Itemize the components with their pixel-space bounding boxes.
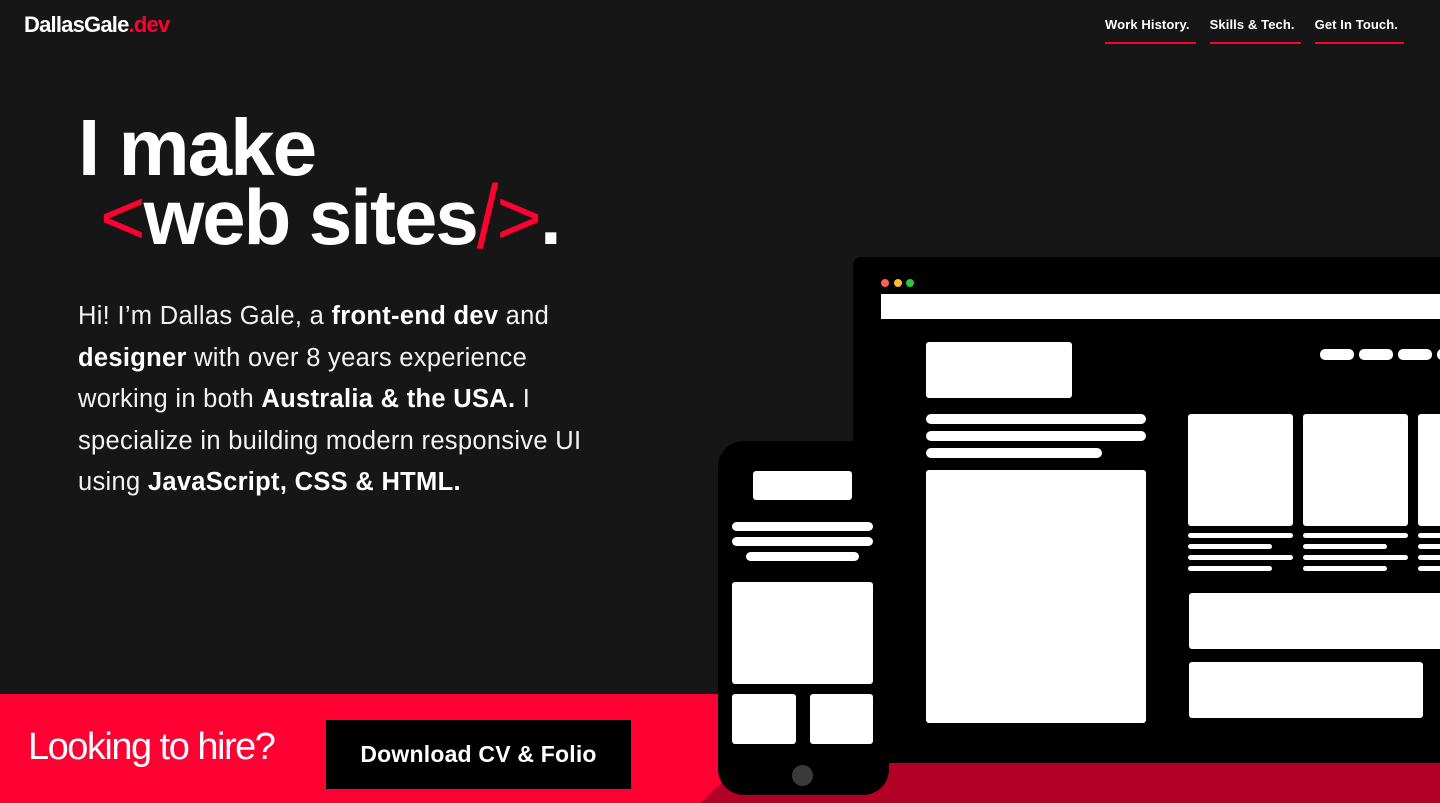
desktop-mockup-illustration	[853, 257, 1440, 763]
mock-card-line	[1418, 544, 1440, 549]
tag-slash-glyph: /	[476, 166, 499, 268]
phone-home-button-icon	[792, 765, 813, 786]
nav-skills-tech[interactable]: Skills & Tech.	[1209, 17, 1301, 44]
mock-card-line	[1303, 533, 1408, 538]
mock-card-line	[1188, 544, 1272, 549]
mock-hero-image	[926, 470, 1146, 723]
window-dot-red	[881, 279, 889, 287]
mock-text-line	[926, 431, 1146, 441]
mock-wide-block	[1189, 593, 1440, 649]
mock-card-line	[1418, 566, 1440, 571]
mock-phone-tile	[732, 694, 796, 744]
page: DallasGale.dev Work History. Skills & Te…	[0, 0, 1440, 803]
intro-text-2: and	[498, 302, 550, 330]
mock-card-line	[1188, 533, 1293, 538]
mock-phone-line	[732, 522, 873, 531]
nav-work-history[interactable]: Work History.	[1105, 17, 1196, 44]
mock-logo-block	[926, 342, 1072, 398]
mock-text-line	[926, 448, 1102, 458]
mock-phone-tile	[810, 694, 873, 744]
mock-nav-pill-2	[1359, 349, 1393, 360]
headline-period: .	[539, 173, 562, 261]
mock-card-line	[1303, 544, 1387, 549]
window-dot-yellow	[894, 279, 902, 287]
intro-paragraph: Hi! I’m Dallas Gale, a front-end dev and…	[78, 296, 618, 504]
tag-close-glyph: >	[496, 173, 542, 261]
intro-bold-location: Australia & the USA.	[261, 385, 516, 413]
intro-bold-frontend: front-end dev	[331, 302, 499, 330]
mock-card-image	[1188, 414, 1293, 526]
mock-text-line	[926, 414, 1146, 424]
mock-card-line	[1418, 555, 1440, 560]
mock-card-image	[1303, 414, 1408, 526]
mock-card-image	[1418, 414, 1440, 526]
headline-web-sites: web sites	[143, 173, 479, 261]
hire-heading: Looking to hire?	[28, 726, 276, 768]
mock-card-line	[1303, 555, 1408, 560]
mock-phone-line	[732, 537, 873, 546]
logo-accent: .dev	[128, 12, 171, 37]
mock-wide-block	[1189, 662, 1423, 718]
tag-open-glyph: <	[100, 173, 146, 261]
mock-phone-line	[746, 552, 859, 561]
mock-card-line	[1188, 566, 1272, 571]
mock-card-line	[1303, 566, 1387, 571]
window-dot-green	[906, 279, 914, 287]
download-cv-button[interactable]: Download CV & Folio	[326, 720, 631, 789]
hero-headline: I make <web sites/>.	[78, 108, 562, 262]
phone-mockup-illustration	[718, 441, 889, 795]
logo-main: DallasGale	[24, 12, 129, 37]
mock-card-line	[1418, 533, 1440, 538]
mock-nav-pill-1	[1320, 349, 1354, 360]
mock-nav-pill-3	[1398, 349, 1432, 360]
nav-get-in-touch[interactable]: Get In Touch.	[1314, 17, 1404, 44]
intro-bold-designer: designer	[78, 343, 187, 372]
intro-text-1: Hi! I’m Dallas Gale, a	[78, 302, 332, 330]
headline-line-2: <web sites/>.	[100, 172, 562, 262]
mock-address-bar	[881, 294, 1440, 319]
mock-phone-header	[753, 471, 852, 500]
main-nav: Work History. Skills & Tech. Get In Touc…	[1105, 17, 1404, 44]
site-logo[interactable]: DallasGale.dev	[24, 12, 171, 38]
intro-bold-tech: JavaScript, CSS & HTML.	[147, 468, 461, 496]
mock-card-line	[1188, 555, 1293, 560]
mock-phone-image	[732, 582, 873, 684]
